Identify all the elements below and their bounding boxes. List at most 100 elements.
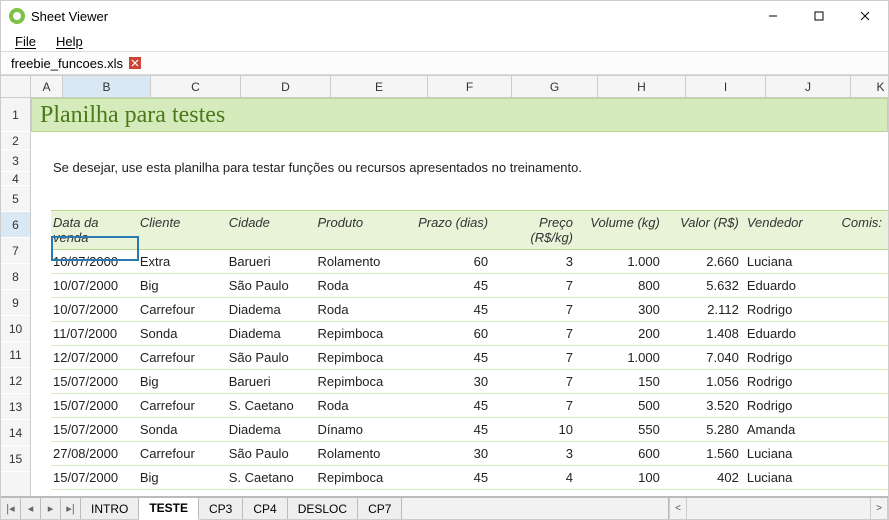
- select-all-corner[interactable]: [1, 76, 31, 98]
- row-header-7[interactable]: 7: [1, 238, 30, 264]
- sheet-description: Se desejar, use esta planilha para testa…: [53, 160, 582, 175]
- table-cell: 300: [579, 298, 666, 321]
- scroll-right-icon[interactable]: >: [870, 498, 888, 519]
- table-row[interactable]: 27/08/2000CarrefourSão PauloRolamento303…: [51, 442, 888, 466]
- row-header-4[interactable]: 4: [1, 172, 30, 186]
- row-header-13[interactable]: 13: [1, 394, 30, 420]
- table-cell: 7: [494, 298, 579, 321]
- table-cell: Dínamo: [316, 418, 412, 441]
- title-bar: Sheet Viewer: [1, 1, 888, 31]
- table-cell: Rodrigo: [745, 394, 829, 417]
- table-row[interactable]: 15/07/2000BigBarueriRepimboca3071501.056…: [51, 370, 888, 394]
- row-header-3[interactable]: 3: [1, 150, 30, 172]
- table-cell: Big: [138, 274, 227, 297]
- cell-grid[interactable]: Planilha para testes Se desejar, use est…: [31, 98, 888, 496]
- col-header-D[interactable]: D: [241, 76, 331, 97]
- table-cell: 5.280: [666, 418, 745, 441]
- table-header-cell[interactable]: Prazo (dias): [411, 211, 494, 249]
- table-cell: 2.112: [666, 298, 745, 321]
- row-header-12[interactable]: 12: [1, 368, 30, 394]
- col-header-B[interactable]: B: [63, 76, 151, 97]
- sheet-nav-next[interactable]: ▸: [41, 498, 61, 519]
- table-cell: Eduardo: [745, 322, 829, 345]
- table-header-cell[interactable]: Valor (R$): [666, 211, 745, 249]
- menu-help[interactable]: Help: [48, 33, 91, 50]
- row-header-11[interactable]: 11: [1, 342, 30, 368]
- file-tab[interactable]: freebie_funcoes.xls: [5, 54, 147, 73]
- table-cell: 45: [411, 466, 494, 489]
- col-header-G[interactable]: G: [512, 76, 598, 97]
- table-cell: 45: [411, 394, 494, 417]
- table-row[interactable]: 15/07/2000SondaDiademaDínamo45105505.280…: [51, 418, 888, 442]
- menu-bar: File Help: [1, 31, 888, 51]
- table-cell: Rolamento: [316, 250, 412, 273]
- col-header-C[interactable]: C: [151, 76, 241, 97]
- table-header-cell[interactable]: Vendedor: [745, 211, 829, 249]
- table-cell: 1.560: [666, 442, 745, 465]
- col-header-F[interactable]: F: [428, 76, 512, 97]
- table-cell: [829, 346, 888, 369]
- table-header-cell[interactable]: Comis:: [829, 211, 888, 249]
- table-cell: 15/07/2000: [51, 418, 138, 441]
- window-title: Sheet Viewer: [31, 9, 108, 24]
- row-header-2[interactable]: 2: [1, 132, 30, 150]
- table-row[interactable]: 11/07/2000SondaDiademaRepimboca6072001.4…: [51, 322, 888, 346]
- scroll-left-icon[interactable]: <: [669, 498, 687, 519]
- table-cell: 15/07/2000: [51, 466, 138, 489]
- table-cell: 1.000: [579, 346, 666, 369]
- table-header-cell[interactable]: Volume (kg): [579, 211, 666, 249]
- close-file-tab-icon[interactable]: [129, 57, 141, 69]
- row-header-15[interactable]: 15: [1, 446, 30, 472]
- table-row[interactable]: 15/07/2000CarrefourS. CaetanoRoda4575003…: [51, 394, 888, 418]
- minimize-button[interactable]: [750, 1, 796, 31]
- sheet-tab-intro[interactable]: INTRO: [81, 498, 139, 519]
- table-header-cell[interactable]: Cliente: [138, 211, 227, 249]
- table-cell: 500: [579, 394, 666, 417]
- row-header-8[interactable]: 8: [1, 264, 30, 290]
- row-header-10[interactable]: 10: [1, 316, 30, 342]
- sheet-tab-desloc[interactable]: DESLOC: [288, 498, 358, 519]
- table-cell: Luciana: [745, 466, 829, 489]
- table-row[interactable]: 15/07/2000BigS. CaetanoRepimboca45410040…: [51, 466, 888, 490]
- table-header-cell[interactable]: Data da venda: [51, 211, 138, 249]
- scroll-track[interactable]: [687, 498, 870, 519]
- table-header-cell[interactable]: Produto: [316, 211, 412, 249]
- sheet-tab-cp3[interactable]: CP3: [199, 498, 243, 519]
- row-header-9[interactable]: 9: [1, 290, 30, 316]
- table-cell: 5.632: [666, 274, 745, 297]
- table-cell: 10/07/2000: [51, 250, 138, 273]
- col-header-I[interactable]: I: [686, 76, 766, 97]
- sheet-tab-cp4[interactable]: CP4: [243, 498, 287, 519]
- col-header-J[interactable]: J: [766, 76, 851, 97]
- horizontal-scrollbar[interactable]: < >: [668, 498, 888, 519]
- col-header-A[interactable]: A: [31, 76, 63, 97]
- table-cell: Repimboca: [316, 370, 412, 393]
- row-header-5[interactable]: 5: [1, 186, 30, 212]
- table-cell: Roda: [316, 394, 412, 417]
- col-header-H[interactable]: H: [598, 76, 686, 97]
- table-cell: 30: [411, 442, 494, 465]
- sheet-nav-prev[interactable]: ◂: [21, 498, 41, 519]
- sheet-tab-cp7[interactable]: CP7: [358, 498, 402, 519]
- sheet-tab-teste[interactable]: TESTE: [139, 498, 199, 520]
- maximize-button[interactable]: [796, 1, 842, 31]
- sheet-nav-last[interactable]: ▸|: [61, 498, 81, 519]
- table-header-cell[interactable]: Preço (R$/kg): [494, 211, 579, 249]
- table-row[interactable]: 10/07/2000CarrefourDiademaRoda4573002.11…: [51, 298, 888, 322]
- row-header-14[interactable]: 14: [1, 420, 30, 446]
- close-button[interactable]: [842, 1, 888, 31]
- row-header-1[interactable]: 1: [1, 98, 30, 132]
- table-cell: [829, 442, 888, 465]
- table-row[interactable]: 10/07/2000BigSão PauloRoda4578005.632Edu…: [51, 274, 888, 298]
- table-cell: Luciana: [745, 442, 829, 465]
- row-header-6[interactable]: 6: [1, 212, 30, 238]
- col-header-K[interactable]: K: [851, 76, 888, 97]
- table-cell: 3.520: [666, 394, 745, 417]
- col-header-E[interactable]: E: [331, 76, 428, 97]
- sheet-nav-first[interactable]: |◂: [1, 498, 21, 519]
- table-cell: [829, 274, 888, 297]
- table-header-cell[interactable]: Cidade: [227, 211, 316, 249]
- table-row[interactable]: 10/07/2000ExtraBarueriRolamento6031.0002…: [51, 250, 888, 274]
- table-row[interactable]: 12/07/2000CarrefourSão PauloRepimboca457…: [51, 346, 888, 370]
- menu-file[interactable]: File: [7, 33, 44, 50]
